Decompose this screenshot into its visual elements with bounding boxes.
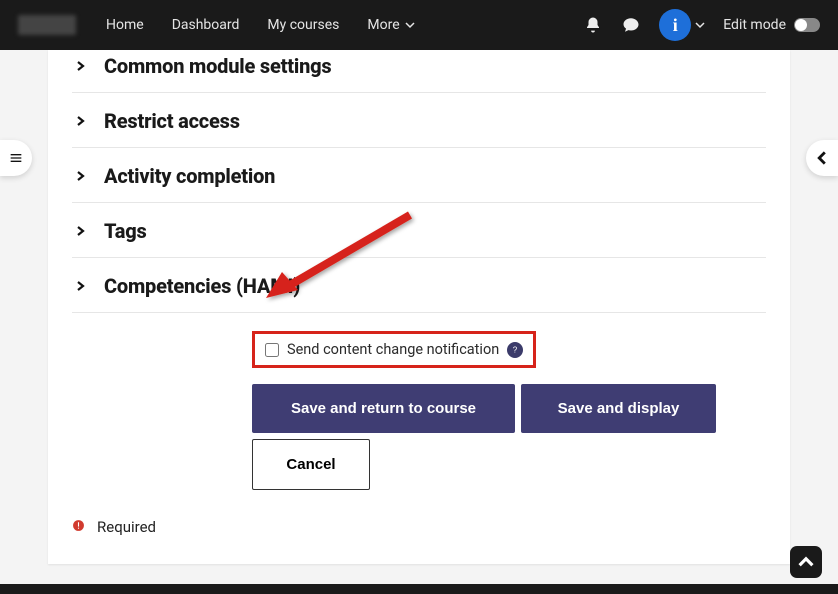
scroll-top-button[interactable]: [790, 546, 822, 578]
section-restrict-access[interactable]: Restrict access: [72, 93, 766, 148]
action-buttons: Save and return to course Save and displ…: [252, 384, 766, 490]
notify-checkbox[interactable]: [265, 343, 279, 357]
chevron-left-icon: [815, 151, 829, 165]
avatar: i: [659, 9, 691, 41]
chevron-right-icon: [72, 171, 90, 181]
nav-links: Home Dashboard My courses More: [106, 17, 415, 33]
svg-text:?: ?: [513, 345, 518, 354]
section-title: Competencies (HAMI): [104, 274, 300, 298]
section-title: Common module settings: [104, 54, 331, 78]
nav-dashboard[interactable]: Dashboard: [172, 17, 240, 33]
section-title: Restrict access: [104, 109, 240, 133]
chevron-right-icon: [72, 116, 90, 126]
messages-icon[interactable]: [621, 15, 641, 35]
chevron-up-icon: [798, 554, 814, 570]
section-tags[interactable]: Tags: [72, 203, 766, 258]
edit-mode-toggle[interactable]: [794, 18, 820, 32]
notify-label: Send content change notification: [287, 341, 499, 358]
section-title: Activity completion: [104, 164, 275, 188]
section-competencies[interactable]: Competencies (HAMI): [72, 258, 766, 313]
cancel-button[interactable]: Cancel: [252, 439, 370, 490]
nav-home[interactable]: Home: [106, 17, 144, 33]
save-return-button[interactable]: Save and return to course: [252, 384, 515, 433]
section-title: Tags: [104, 219, 147, 243]
section-activity-completion[interactable]: Activity completion: [72, 148, 766, 203]
drawer-toggle-left[interactable]: [0, 140, 32, 176]
chevron-right-icon: [72, 281, 90, 291]
chevron-right-icon: [72, 226, 90, 236]
main-card: Common module settings Restrict access A…: [48, 50, 790, 564]
navbar: Home Dashboard My courses More i Edit mo…: [0, 0, 838, 50]
chevron-down-icon: [695, 20, 705, 30]
chevron-right-icon: [72, 61, 90, 71]
required-icon: [72, 519, 85, 536]
nav-right: i Edit mode: [583, 9, 820, 41]
nav-more-label: More: [367, 17, 399, 33]
notifications-icon[interactable]: [583, 15, 603, 35]
section-common-module[interactable]: Common module settings: [72, 50, 766, 93]
save-display-button[interactable]: Save and display: [521, 384, 716, 433]
help-icon[interactable]: ?: [507, 342, 523, 358]
required-label: Required: [97, 518, 156, 536]
list-icon: [8, 150, 24, 166]
drawer-toggle-right[interactable]: [806, 140, 838, 176]
user-menu[interactable]: i: [659, 9, 705, 41]
chevron-down-icon: [405, 20, 415, 30]
edit-mode-control: Edit mode: [723, 17, 820, 33]
site-logo[interactable]: [18, 15, 76, 35]
required-legend: Required: [72, 518, 766, 536]
footer-bar: [0, 584, 838, 594]
nav-more[interactable]: More: [367, 17, 414, 33]
edit-mode-label: Edit mode: [723, 17, 786, 33]
notify-highlight-box: Send content change notification ?: [252, 331, 536, 368]
nav-mycourses[interactable]: My courses: [267, 17, 339, 33]
